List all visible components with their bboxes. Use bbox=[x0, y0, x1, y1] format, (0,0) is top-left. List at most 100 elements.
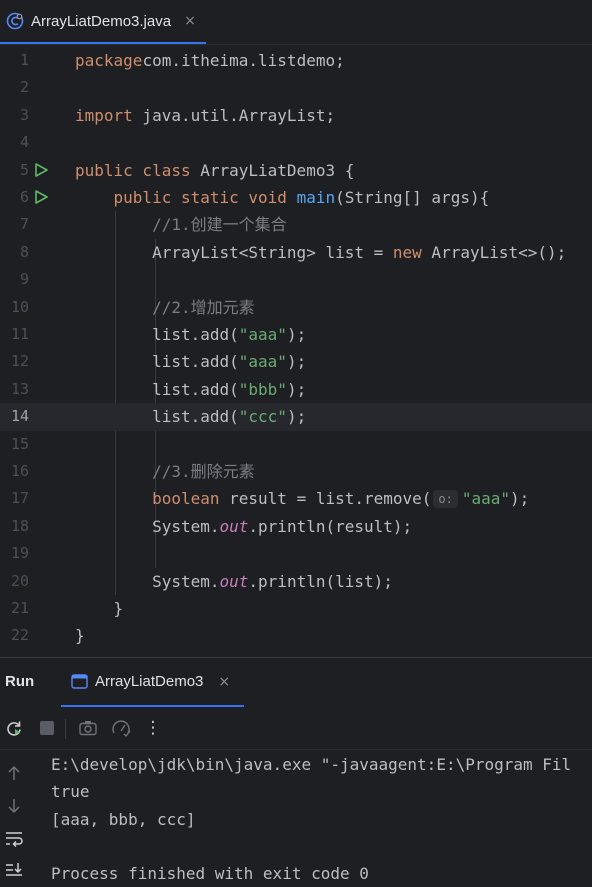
line-number: 18 bbox=[10, 516, 29, 535]
line-number: 5 bbox=[19, 160, 29, 179]
keyword-token: new bbox=[392, 242, 422, 262]
static-field-token: out bbox=[219, 571, 249, 591]
run-panel-title: Run bbox=[5, 673, 35, 690]
stop-icon[interactable] bbox=[37, 718, 57, 738]
code-text: import java.util.ArrayList; bbox=[75, 102, 335, 129]
run-panel-header: Run ArrayLiatDemo3 × bbox=[0, 657, 592, 708]
code-line[interactable]: 19 bbox=[0, 540, 592, 567]
arrow-down-icon[interactable] bbox=[4, 796, 24, 816]
java-class-icon bbox=[6, 12, 24, 30]
code-token: (String[] args){ bbox=[335, 188, 490, 207]
line-number: 19 bbox=[10, 544, 29, 563]
code-line[interactable]: 3 import java.util.ArrayList; bbox=[0, 102, 592, 129]
code-text: list.add("ccc"); bbox=[75, 403, 306, 430]
code-token: list.add( bbox=[75, 325, 239, 344]
camera-icon[interactable] bbox=[78, 718, 98, 738]
code-line[interactable]: 21 } bbox=[0, 595, 592, 622]
run-gutter-icon[interactable] bbox=[33, 189, 49, 205]
line-number: 21 bbox=[10, 599, 29, 617]
console-output[interactable]: E:\develop\jdk\bin\java.exe "-javaagent:… bbox=[38, 750, 592, 887]
line-number: 20 bbox=[10, 571, 29, 590]
code-line[interactable]: 22} bbox=[0, 622, 592, 649]
console-line: Process finished with exit code 0 bbox=[51, 864, 369, 884]
code-line[interactable]: 5 public class ArrayLiatDemo3 { bbox=[0, 157, 592, 184]
code-token: com.itheima.listdemo; bbox=[142, 51, 345, 70]
comment-token: //1.创建一个集合 bbox=[152, 215, 287, 235]
code-token: ); bbox=[286, 379, 307, 399]
string-literal-token: "aaa" bbox=[238, 325, 287, 344]
code-line[interactable]: 8 ArrayList<String> list = new ArrayList… bbox=[0, 239, 592, 266]
static-field-token: out bbox=[219, 516, 249, 536]
code-editor[interactable]: 1 packagecom.itheima.listdemo; 2 3 import ja… bbox=[0, 45, 592, 656]
line-number: 9 bbox=[19, 270, 29, 289]
run-gutter-icon[interactable] bbox=[33, 162, 49, 178]
console-line: true bbox=[51, 782, 90, 802]
code-line[interactable]: 7 //1.创建一个集合 bbox=[0, 211, 592, 238]
code-text: //2.增加元素 bbox=[75, 294, 255, 321]
line-number: 15 bbox=[10, 434, 29, 453]
line-number: 22 bbox=[10, 626, 29, 645]
arrow-up-icon[interactable] bbox=[4, 763, 24, 783]
scroll-to-end-icon[interactable] bbox=[4, 860, 24, 880]
code-token: .println(result); bbox=[248, 516, 413, 536]
string-literal-token: "aaa" bbox=[238, 352, 287, 372]
code-line[interactable]: 17 boolean result = list.remove(o: "aaa")… bbox=[0, 485, 592, 512]
code-text: packagecom.itheima.listdemo; bbox=[75, 47, 345, 74]
line-number: 8 bbox=[19, 242, 29, 261]
code-line[interactable]: 15 bbox=[0, 431, 592, 458]
console-side-toolbar bbox=[0, 750, 38, 887]
code-line[interactable]: 6 public static void main(String[] args)… bbox=[0, 184, 592, 211]
code-text: public class ArrayLiatDemo3 { bbox=[75, 157, 354, 184]
profiler-gauge-icon[interactable] bbox=[111, 718, 131, 738]
console-line: E:\develop\jdk\bin\java.exe "-javaagent:… bbox=[51, 755, 572, 774]
line-number: 3 bbox=[19, 105, 29, 124]
line-number: 4 bbox=[19, 133, 29, 152]
code-token: ); bbox=[286, 407, 307, 427]
rerun-icon[interactable] bbox=[4, 718, 24, 738]
code-text: //1.创建一个集合 bbox=[75, 211, 287, 238]
code-line[interactable]: 9 bbox=[0, 266, 592, 293]
keyword-token: boolean bbox=[152, 489, 220, 509]
code-line[interactable]: 4 bbox=[0, 129, 592, 156]
code-line[interactable]: 11 list.add("aaa"); bbox=[0, 321, 592, 348]
run-toolbar: ⋮ bbox=[0, 707, 592, 750]
code-line[interactable]: 12 list.add("aaa"); bbox=[0, 348, 592, 375]
code-line[interactable]: 14 list.add("ccc"); bbox=[0, 403, 592, 431]
console-line: [aaa, bbb, ccc] bbox=[51, 809, 196, 829]
code-line[interactable]: 18 System.out.println(result); bbox=[0, 513, 592, 540]
code-token: ArrayList<String> list = bbox=[75, 242, 393, 262]
code-token: ); bbox=[286, 325, 307, 344]
code-text: //3.删除元素 bbox=[75, 458, 255, 485]
code-line[interactable]: 2 bbox=[0, 74, 592, 101]
code-text: } bbox=[75, 622, 85, 649]
code-token: list.add( bbox=[75, 352, 239, 372]
code-line[interactable]: 16 //3.删除元素 bbox=[0, 458, 592, 485]
code-token: .println(list); bbox=[248, 571, 393, 591]
code-token: System. bbox=[75, 571, 220, 591]
code-token: java.util.ArrayList; bbox=[132, 105, 336, 125]
close-icon[interactable]: × bbox=[184, 13, 196, 29]
close-icon[interactable]: × bbox=[218, 674, 230, 690]
code-line[interactable]: 1 packagecom.itheima.listdemo; bbox=[0, 47, 592, 74]
editor-tab[interactable]: ArrayLiatDemo3.java × bbox=[0, 0, 206, 44]
line-number: 13 bbox=[10, 379, 29, 398]
soft-wrap-icon[interactable] bbox=[4, 828, 24, 848]
method-name-token: main bbox=[296, 188, 336, 207]
line-number: 16 bbox=[10, 462, 29, 480]
code-token: ); bbox=[286, 352, 307, 372]
console-icon bbox=[71, 674, 88, 689]
comment-token: //3.删除元素 bbox=[152, 462, 255, 481]
keyword-token: public static void bbox=[113, 188, 287, 207]
string-literal-token: "aaa" bbox=[461, 489, 511, 509]
run-config-tab[interactable]: ArrayLiatDemo3 × bbox=[61, 658, 245, 707]
keyword-token: public class bbox=[75, 160, 191, 180]
code-line[interactable]: 20 System.out.println(list); bbox=[0, 568, 592, 595]
line-number: 6 bbox=[19, 188, 29, 206]
code-token: list.add( bbox=[75, 407, 239, 427]
code-line[interactable]: 10 //2.增加元素 bbox=[0, 294, 592, 321]
code-line[interactable]: 13 list.add("bbb"); bbox=[0, 376, 592, 403]
more-options-icon[interactable]: ⋮ bbox=[143, 718, 163, 738]
keyword-token: package bbox=[75, 51, 143, 70]
